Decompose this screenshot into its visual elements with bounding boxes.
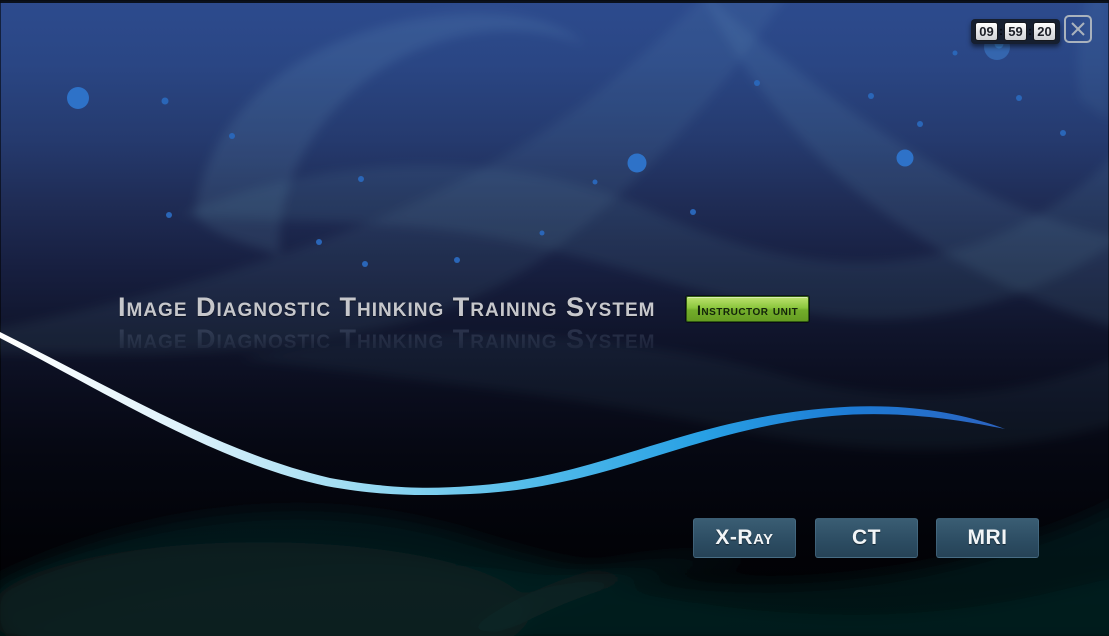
- window-top-edge: [0, 0, 1109, 3]
- mri-button[interactable]: MRI: [936, 518, 1039, 558]
- close-icon: [1070, 21, 1086, 37]
- close-button[interactable]: [1064, 15, 1092, 43]
- clock-minutes: 59: [1004, 22, 1027, 41]
- ct-button[interactable]: CT: [815, 518, 918, 558]
- clock-display: 09 : 59 : 20: [971, 19, 1060, 44]
- instructor-unit-badge: Instructor unit: [686, 296, 809, 322]
- clock-seconds: 20: [1033, 22, 1056, 41]
- page-title: Image Diagnostic Thinking Training Syste…: [118, 292, 655, 323]
- instructor-home-screen: 09 : 59 : 20 Image Diagnostic Thinking T…: [0, 0, 1109, 636]
- clock-colon: :: [1028, 23, 1032, 40]
- xray-button[interactable]: X-Ray: [693, 518, 796, 558]
- clock-colon: :: [999, 23, 1003, 40]
- wave-ribbons-top: [0, 0, 1109, 450]
- page-title-reflection: Image Diagnostic Thinking Training Syste…: [118, 324, 655, 355]
- clock-hours: 09: [975, 22, 998, 41]
